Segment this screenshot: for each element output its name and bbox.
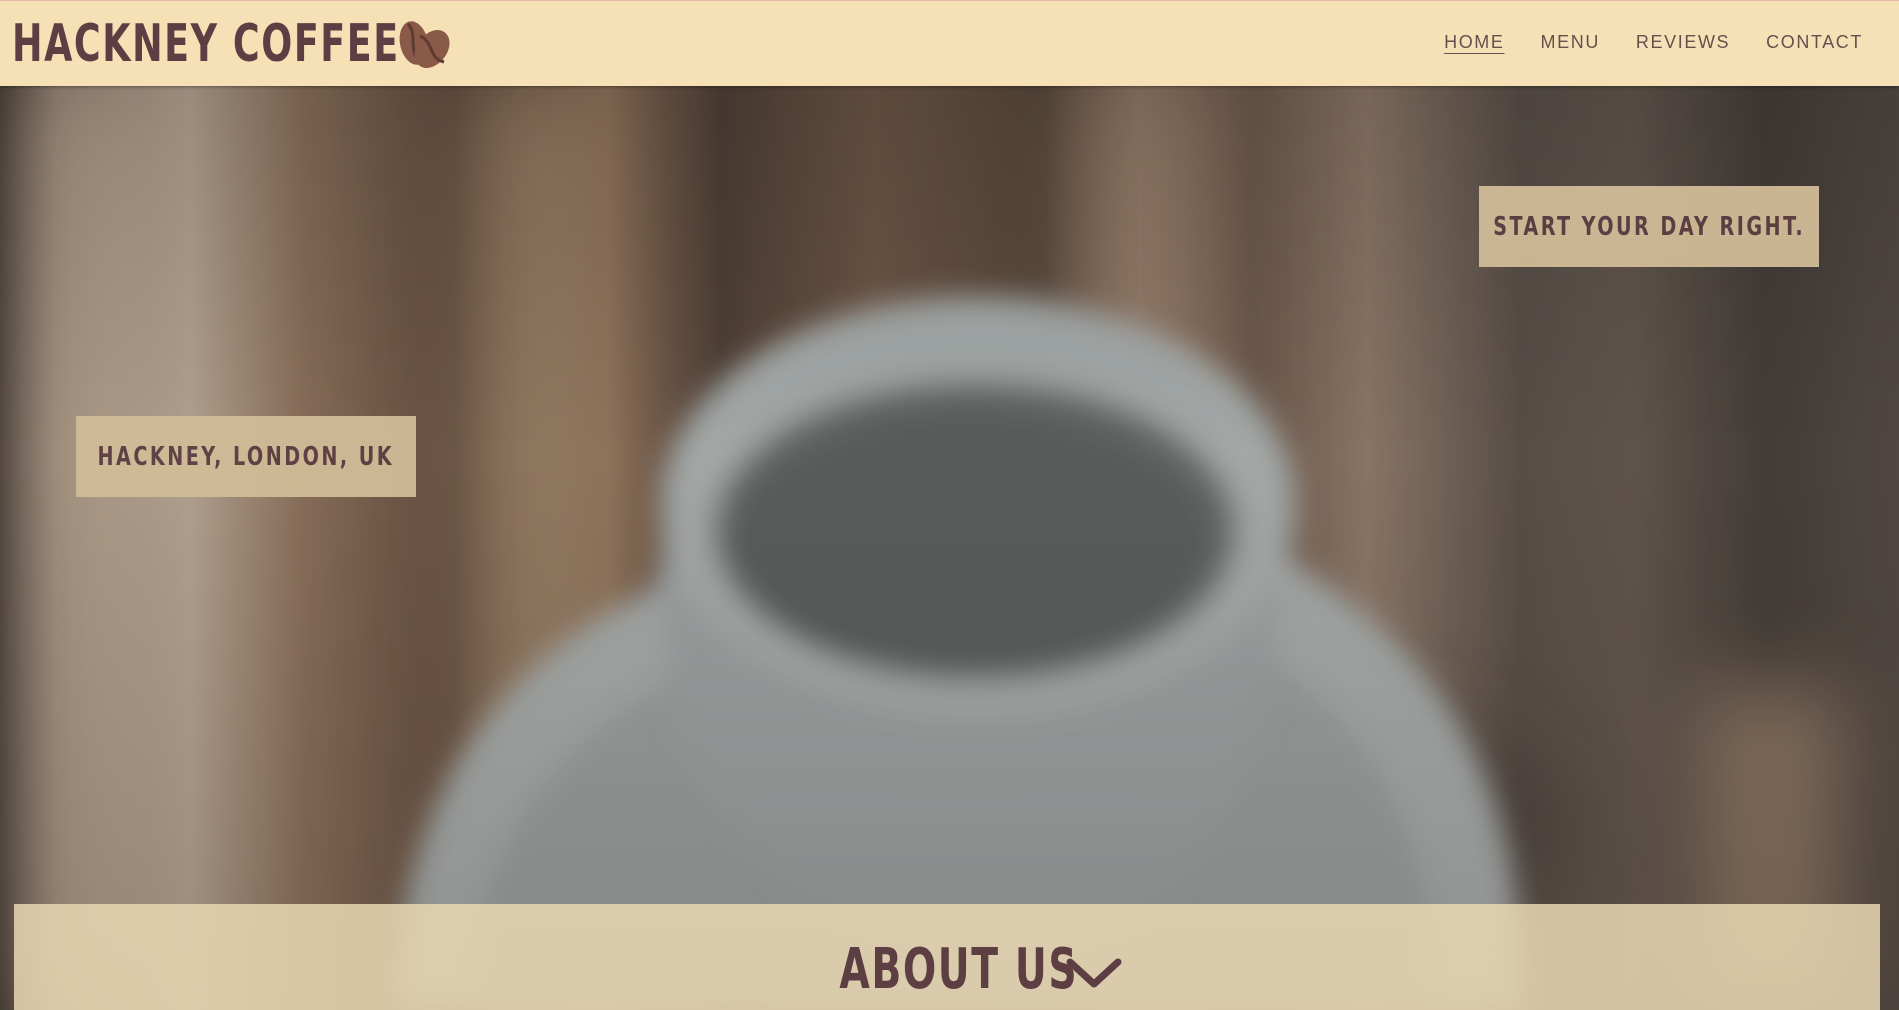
nav-menu[interactable]: MENU [1541, 31, 1600, 53]
brand-logo[interactable]: HACKNEY COFFEE [12, 13, 492, 75]
site-header: HACKNEY COFFEE HOME MENU REVIEWS CONTACT [0, 0, 1899, 86]
hero-section: START YOUR DAY RIGHT. HACKNEY, LONDON, U… [0, 86, 1899, 1010]
location-text: HACKNEY, LONDON, UK [97, 441, 395, 472]
about-section-bar: ABOUT US [14, 904, 1880, 1010]
coffee-beans-icon [399, 21, 450, 68]
brand-name: HACKNEY COFFEE [12, 14, 400, 74]
tagline-text: START YOUR DAY RIGHT. [1493, 211, 1805, 242]
main-nav: HOME MENU REVIEWS CONTACT [1444, 31, 1863, 53]
about-us-link[interactable]: ABOUT US [772, 938, 1122, 1002]
nav-contact[interactable]: CONTACT [1766, 31, 1863, 53]
location-box: HACKNEY, LONDON, UK [76, 416, 416, 497]
tagline-box: START YOUR DAY RIGHT. [1479, 186, 1819, 267]
nav-reviews[interactable]: REVIEWS [1636, 31, 1730, 53]
nav-home[interactable]: HOME [1444, 31, 1504, 53]
page: HACKNEY COFFEE HOME MENU REVIEWS CONTACT [0, 0, 1899, 1010]
about-us-title: ABOUT US [839, 937, 1079, 1002]
